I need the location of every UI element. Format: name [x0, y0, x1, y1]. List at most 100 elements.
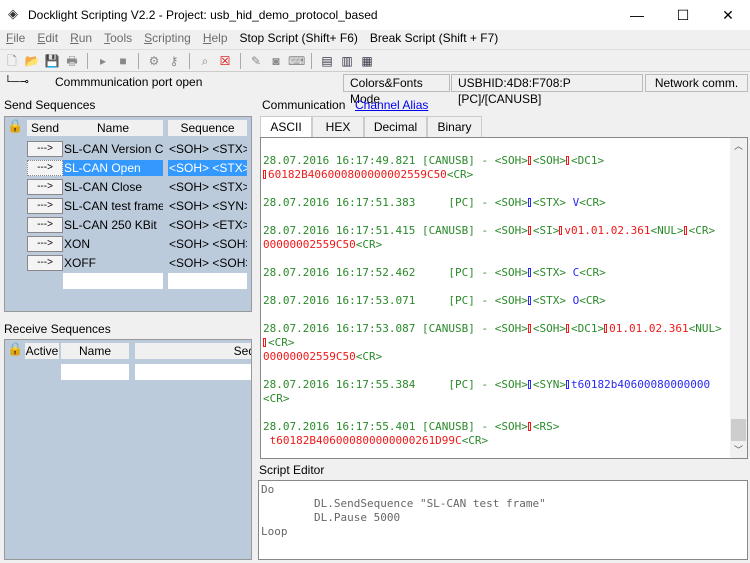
menu-edit[interactable]: Edit: [37, 30, 58, 48]
tab-decimal[interactable]: Decimal: [364, 116, 427, 137]
sequence-value[interactable]: <SOH> <STX>: [168, 179, 247, 195]
key-button[interactable]: ⚷: [166, 53, 182, 69]
snapshot-icon: ◙: [272, 53, 280, 68]
colors-fonts-mode: Colors&Fonts Mode: [343, 74, 450, 106]
tab-ascii[interactable]: ASCII: [260, 116, 312, 138]
send-button[interactable]: --->: [27, 141, 63, 157]
log-button[interactable]: ▤: [319, 53, 335, 69]
tab-hex[interactable]: HEX: [312, 116, 364, 137]
log-text: <SI>: [532, 224, 560, 237]
maximize-button[interactable]: ☐: [673, 5, 693, 25]
sequence-name[interactable]: SL-CAN Version C...: [63, 141, 163, 157]
lock-icon[interactable]: 🔒: [7, 118, 23, 134]
new-icon: 🗋: [7, 53, 17, 68]
lock-icon[interactable]: 🔒: [7, 341, 23, 357]
log-line: <CR>: [263, 392, 290, 406]
menu-stop[interactable]: Stop Script (Shift+ F6): [240, 30, 358, 48]
open-button[interactable]: 📂: [24, 53, 40, 69]
menu-bar: File Edit Run Tools Scripting Help Stop Script…: [0, 30, 750, 48]
sequence-value[interactable]: <SOH> <ETX>: [168, 217, 247, 233]
close-button[interactable]: ✕: [718, 5, 738, 25]
menu-scripting[interactable]: Scripting: [144, 30, 191, 48]
new-name-cell[interactable]: [61, 364, 129, 380]
edit-button[interactable]: ✎: [248, 53, 264, 69]
log-pause-button[interactable]: ▥: [339, 53, 355, 69]
sequence-name[interactable]: SL-CAN 250 KBit: [63, 217, 163, 233]
print-button[interactable]: 🖶: [64, 53, 80, 69]
new-button[interactable]: 🗋: [4, 53, 20, 69]
send-button[interactable]: --->: [27, 236, 63, 252]
sequence-name[interactable]: SL-CAN Close: [63, 179, 163, 195]
save-button[interactable]: 💾: [44, 53, 60, 69]
sequence-column-header[interactable]: Seq: [135, 343, 251, 359]
log-line: t60182B406000800000000261D99C<CR>: [263, 434, 489, 448]
log-text: <SOH>: [532, 154, 567, 167]
send-button[interactable]: --->: [27, 179, 63, 195]
log-line: 28.07.2016 16:17:51.415 [CANUSB] - <SOH>…: [263, 224, 715, 238]
sequence-name[interactable]: SL-CAN Open: [63, 160, 163, 176]
toolbar-separator: [189, 52, 190, 69]
log-text: 28.07.2016 16:17:52.462 [PC] - <SOH>: [263, 266, 528, 279]
sequence-value[interactable]: <SOH> <STX>: [168, 141, 247, 157]
menu-break[interactable]: Break Script (Shift + F7): [370, 30, 498, 48]
control-char-box: [566, 380, 570, 389]
log-line: <CR>: [263, 336, 295, 350]
find-button[interactable]: ⌕: [197, 53, 213, 69]
snapshot-button[interactable]: ◙: [268, 53, 284, 69]
log-text: <DC1>: [571, 154, 605, 167]
sequence-name[interactable]: XON: [63, 236, 163, 252]
script-editor[interactable]: Do DL.SendSequence "SL-CAN test frame" D…: [258, 480, 748, 560]
new-name-cell[interactable]: [63, 273, 163, 289]
scroll-down-icon[interactable]: ﹀: [734, 443, 743, 456]
sequence-value[interactable]: <SOH> <SYN>: [168, 198, 247, 214]
send-column-header: Send: [27, 120, 63, 136]
control-char-box: [566, 156, 570, 165]
control-char-box: [527, 380, 531, 389]
communication-window[interactable]: 28.07.2016 16:17:49.821 [CANUSB] - <SOH>…: [260, 137, 748, 459]
channel-alias-link[interactable]: Channel Alias: [355, 98, 428, 112]
clear-button[interactable]: ☒: [217, 53, 233, 69]
minimize-button[interactable]: —: [627, 5, 647, 25]
network-status: Network comm.: [645, 74, 748, 92]
send-button[interactable]: --->: [27, 217, 63, 233]
new-sequence-cell[interactable]: [135, 364, 251, 380]
log-text: 28.07.2016 16:17:51.383 [PC] - <SOH>: [263, 196, 528, 209]
log-stop-button[interactable]: ▦: [359, 53, 375, 69]
menu-tools[interactable]: Tools: [104, 30, 132, 48]
send-button[interactable]: --->: [27, 255, 63, 271]
vertical-scrollbar[interactable]: ︿ ﹀: [730, 138, 747, 458]
new-sequence-cell[interactable]: [168, 273, 247, 289]
sequence-name[interactable]: SL-CAN test frame: [63, 198, 163, 214]
menu-help[interactable]: Help: [203, 30, 228, 48]
send-button[interactable]: --->: [27, 198, 63, 214]
print-icon: 🖶: [66, 53, 78, 68]
sequence-value[interactable]: <SOH> <SOH>: [168, 255, 247, 271]
keyboard-button[interactable]: ⌨: [288, 53, 305, 69]
menu-file[interactable]: File: [6, 30, 25, 48]
script-line: DL.Pause 5000: [261, 511, 401, 524]
scrollbar-thumb[interactable]: [731, 419, 746, 441]
log-stop-icon: ▦: [361, 53, 373, 68]
run-button[interactable]: ▸: [95, 53, 111, 69]
sequence-value[interactable]: <SOH> <STX>: [168, 160, 247, 176]
log-line: 28.07.2016 16:17:55.384 [PC] - <SOH> <SYN…: [263, 378, 710, 392]
menu-run[interactable]: Run: [70, 30, 92, 48]
log-text: 28.07.2016 16:17:53.087 [CANUSB] - <SOH>: [263, 322, 528, 335]
send-button[interactable]: --->: [27, 160, 63, 176]
settings-button[interactable]: ⚙: [146, 53, 162, 69]
script-line: DL.SendSequence "SL-CAN test frame": [261, 497, 546, 510]
log-text: 28.07.2016 16:17:55.384 [PC] - <SOH>: [263, 378, 528, 391]
stop-button[interactable]: ■: [115, 53, 131, 69]
name-column-header[interactable]: Name: [63, 120, 163, 136]
tab-binary[interactable]: Binary: [427, 116, 482, 137]
sequence-name[interactable]: XOFF: [63, 255, 163, 271]
log-text: <SYN>: [532, 378, 567, 391]
log-line: 00000002559C50<CR>: [263, 350, 382, 364]
send-sequences-title: Send Sequences: [4, 98, 96, 112]
scroll-up-icon[interactable]: ︿: [734, 139, 743, 152]
name-column-header[interactable]: Name: [61, 343, 129, 359]
control-char-box: [527, 156, 531, 165]
sequence-column-header[interactable]: Sequence: [168, 120, 247, 136]
sequence-value[interactable]: <SOH> <SOH>: [168, 236, 247, 252]
device-status: USBHID:4D8:F708:P [PC]/[CANUSB]: [451, 74, 643, 106]
